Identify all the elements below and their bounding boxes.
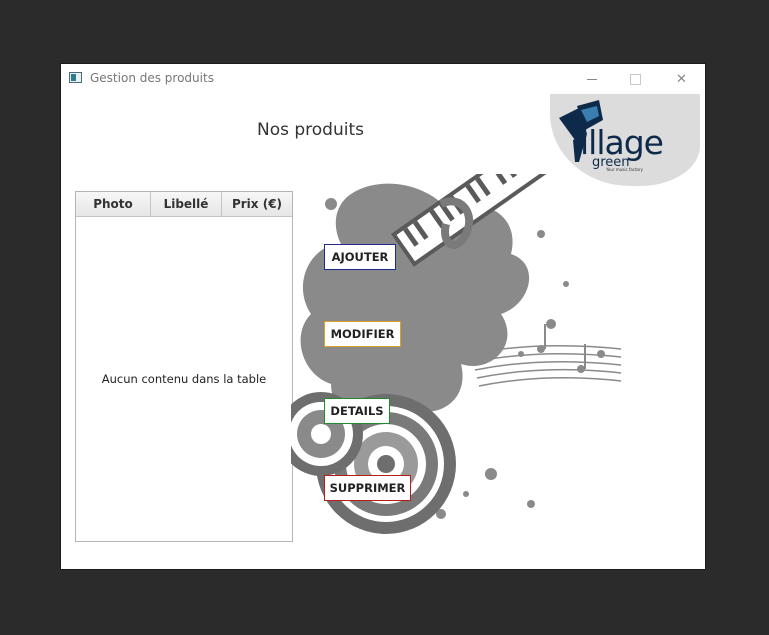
page-title: Nos produits: [257, 120, 364, 140]
app-icon: [69, 72, 82, 83]
delete-button[interactable]: SUPPRIMER: [324, 475, 411, 501]
table-header: Photo Libellé Prix (€): [76, 192, 292, 217]
close-icon: ✕: [676, 71, 687, 87]
modify-button[interactable]: MODIFIER: [324, 321, 401, 347]
product-management-window: Gestion des produits ✕ illage green Your…: [61, 64, 705, 569]
window-title: Gestion des produits: [90, 71, 214, 85]
column-header-label[interactable]: Libellé: [151, 192, 222, 216]
column-header-price[interactable]: Prix (€): [222, 192, 292, 216]
minimize-icon: [586, 78, 597, 80]
logo-tagline: Your music factory: [606, 167, 643, 172]
details-button[interactable]: DETAILS: [324, 398, 390, 424]
add-button[interactable]: AJOUTER: [324, 244, 396, 270]
column-header-photo[interactable]: Photo: [76, 192, 151, 216]
maximize-icon: [630, 73, 641, 85]
close-button[interactable]: ✕: [659, 64, 704, 94]
table-empty-message: Aucun contenu dans la table: [101, 372, 267, 386]
minimize-button[interactable]: [569, 64, 614, 94]
products-table[interactable]: Photo Libellé Prix (€) Aucun contenu dan…: [75, 191, 293, 542]
maximize-button[interactable]: [613, 64, 658, 94]
title-bar[interactable]: Gestion des produits ✕: [61, 64, 705, 94]
